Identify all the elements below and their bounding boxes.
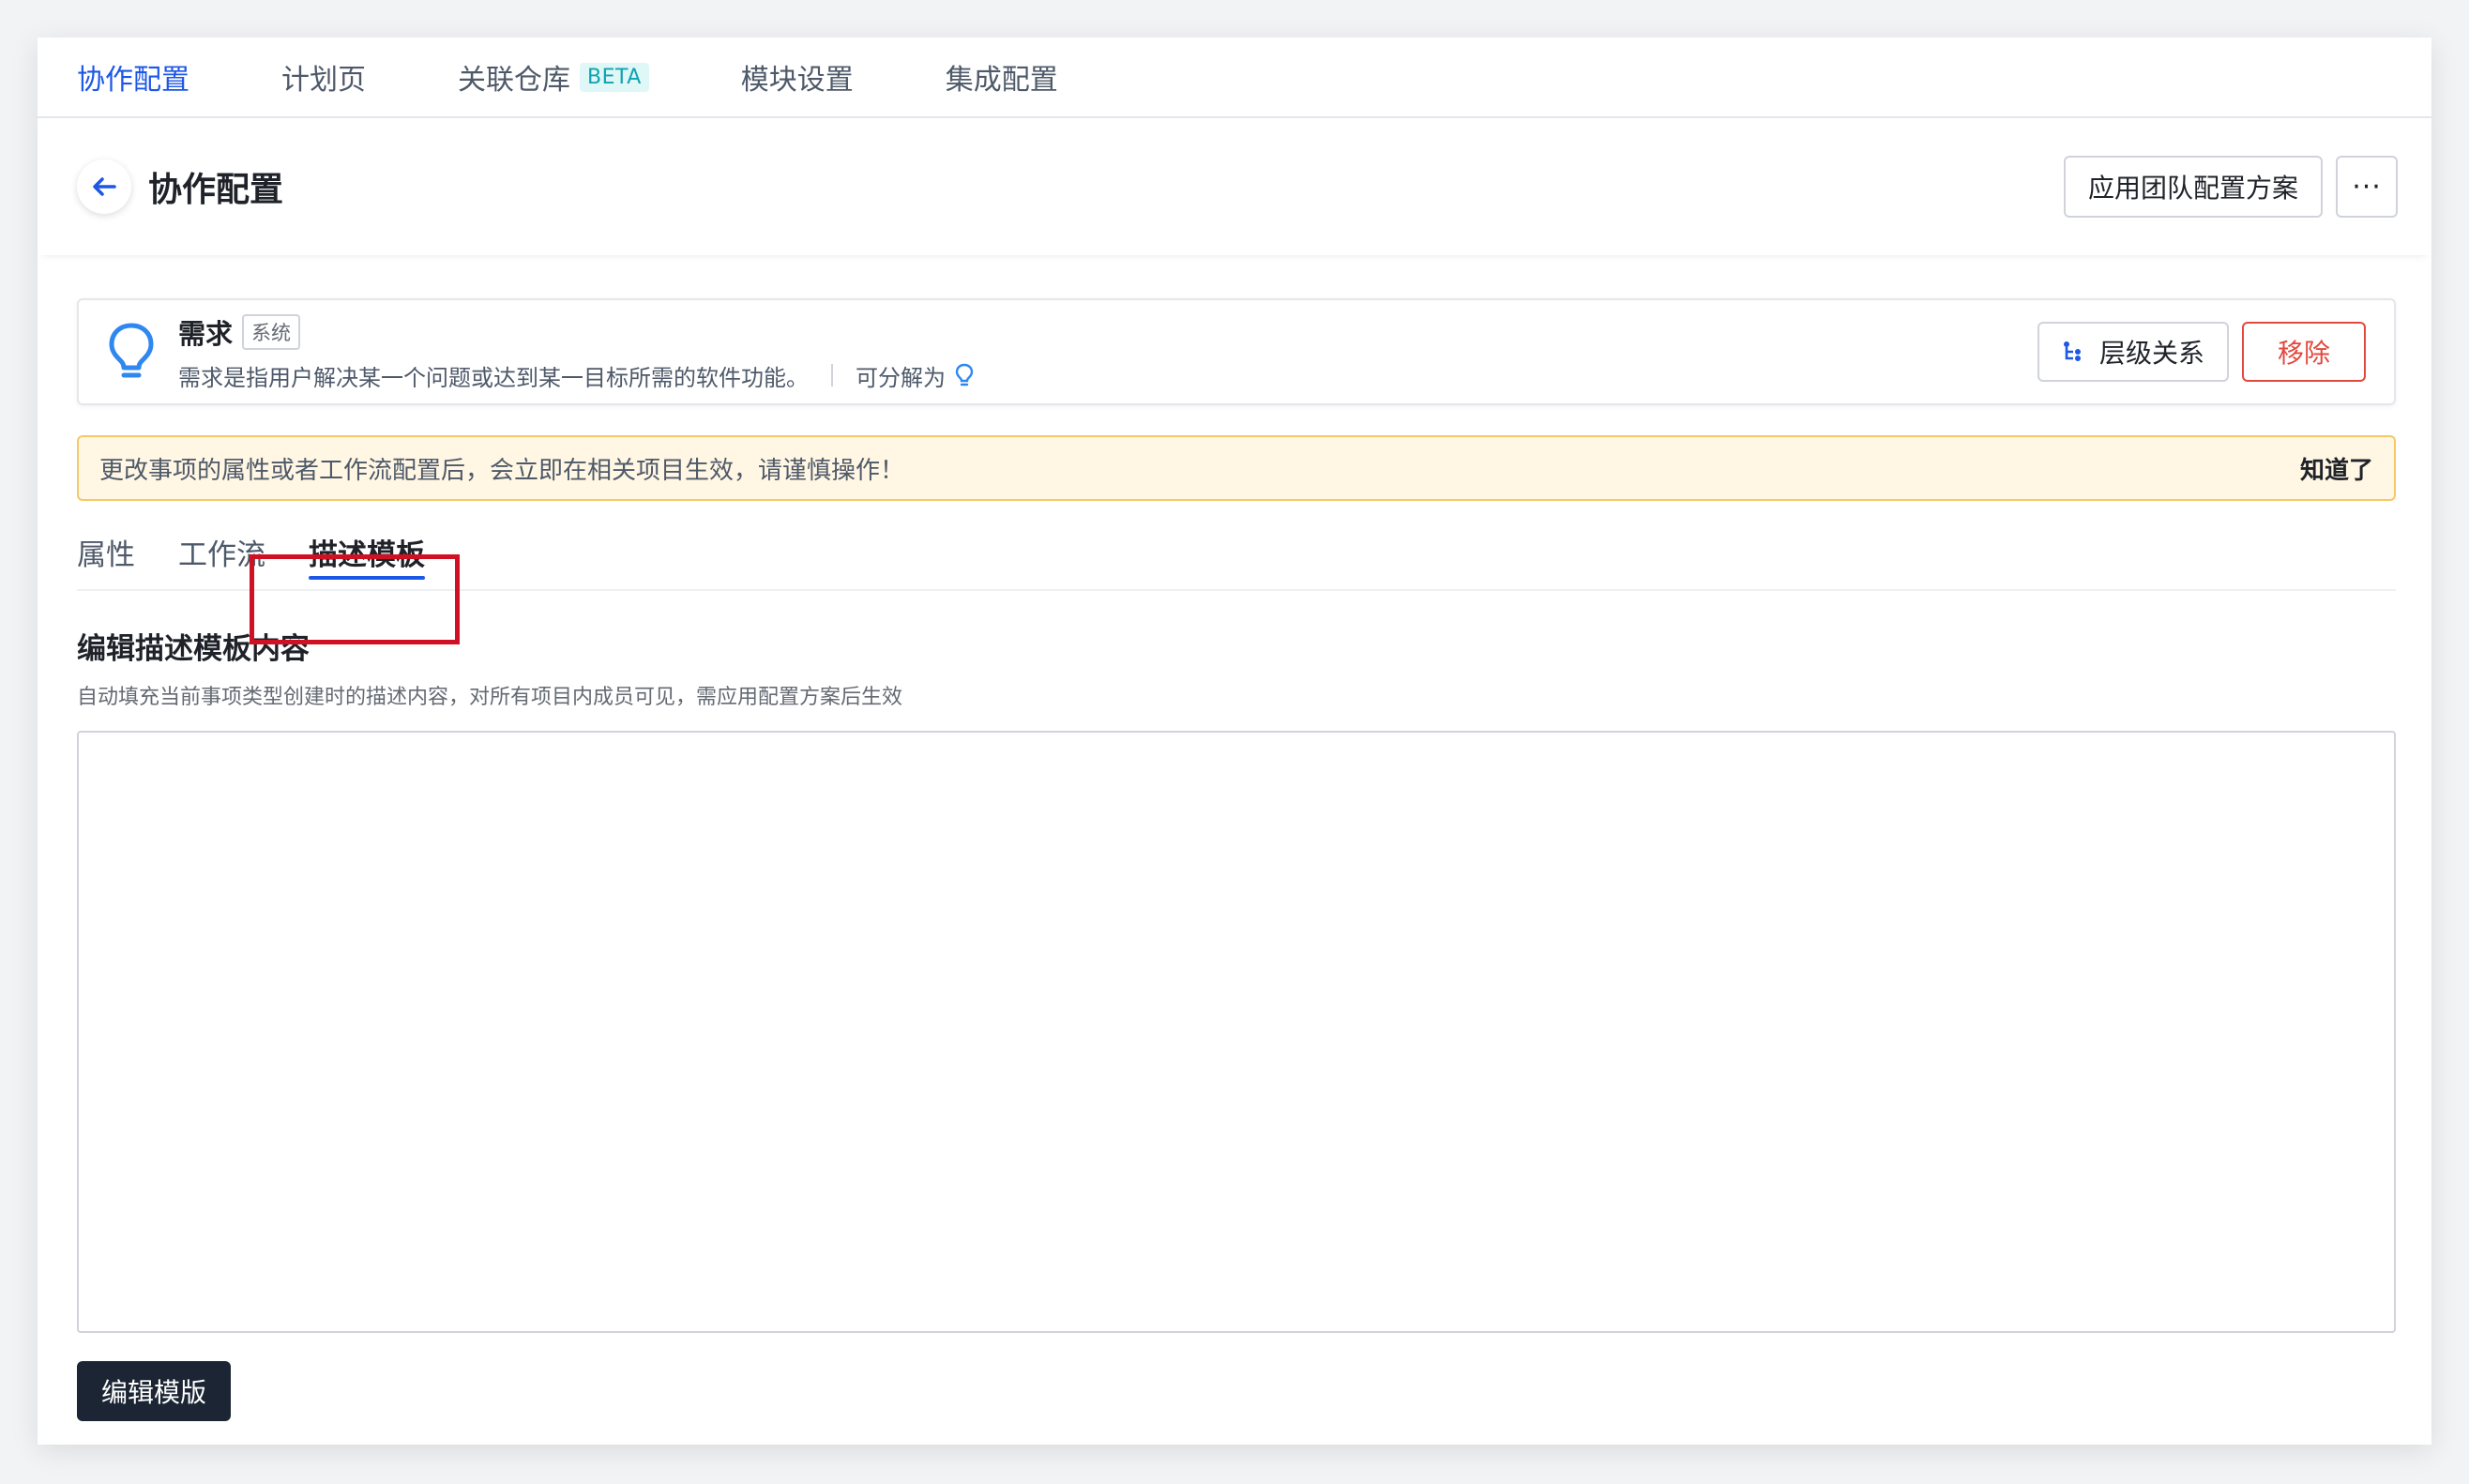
nav-item-label: 集成配置 <box>945 64 1058 97</box>
divider <box>831 364 833 386</box>
decompose-label: 可分解为 <box>856 364 946 391</box>
system-badge: 系统 <box>242 313 301 350</box>
issue-type-description: 需求是指用户解决某一个问题或达到某一目标所需的软件功能。 <box>178 364 809 391</box>
decompose-into: 可分解为 <box>856 359 974 392</box>
more-button[interactable]: ··· <box>2336 156 2398 218</box>
tab-description-template[interactable]: 描述模板 <box>309 523 425 591</box>
edit-template-button[interactable]: 编辑模版 <box>77 1361 231 1421</box>
top-nav: 协作配置 计划页 关联仓库 BETA 模块设置 集成配置 <box>38 38 2431 118</box>
apply-team-config-button[interactable]: 应用团队配置方案 <box>2063 156 2323 218</box>
nav-item-collab-config[interactable]: 协作配置 <box>77 56 189 98</box>
section-subtitle: 自动填充当前事项类型创建时的描述内容，对所有项目内成员可见，需应用配置方案后生效 <box>77 686 903 709</box>
template-content-area[interactable] <box>77 731 2396 1333</box>
active-tab-indicator <box>309 576 425 580</box>
nav-item-label: 计划页 <box>281 64 366 97</box>
alert-dismiss-button[interactable]: 知道了 <box>2300 451 2373 486</box>
nav-item-linked-repo[interactable]: 关联仓库 BETA <box>458 56 649 98</box>
beta-badge: BETA <box>580 62 649 92</box>
back-button[interactable] <box>77 159 131 214</box>
issue-type-desc-row: 需求是指用户解决某一个问题或达到某一目标所需的软件功能。 可分解为 <box>178 359 974 392</box>
lightbulb-icon <box>109 323 154 378</box>
page-title: 协作配置 <box>148 171 284 209</box>
tab-label: 工作流 <box>178 538 265 572</box>
remove-button[interactable]: 移除 <box>2241 322 2366 382</box>
lightbulb-small-icon[interactable] <box>955 363 974 387</box>
section-title: 编辑描述模板内容 <box>77 632 310 666</box>
nav-item-label: 模块设置 <box>740 64 854 97</box>
tab-workflow[interactable]: 工作流 <box>178 523 265 591</box>
warning-alert: 更改事项的属性或者工作流配置后，会立即在相关项目生效，请谨慎操作！ 知道了 <box>77 435 2396 501</box>
tab-properties[interactable]: 属性 <box>77 523 135 591</box>
page-header: 协作配置 应用团队配置方案 ··· <box>38 118 2431 255</box>
more-icon: ··· <box>2352 170 2382 204</box>
app-window: 协作配置 计划页 关联仓库 BETA 模块设置 集成配置 协作配置 应用团队配置… <box>38 38 2431 1445</box>
nav-item-plan-page[interactable]: 计划页 <box>281 56 366 98</box>
issue-type-name-row: 需求 系统 <box>178 312 974 352</box>
issue-type-name: 需求 <box>178 317 234 350</box>
alert-message: 更改事项的属性或者工作流配置后，会立即在相关项目生效，请谨慎操作！ <box>99 456 905 485</box>
nav-item-label: 协作配置 <box>77 64 189 97</box>
issue-type-card: 需求 系统 需求是指用户解决某一个问题或达到某一目标所需的软件功能。 可分解为 <box>77 298 2396 405</box>
nav-item-module-settings[interactable]: 模块设置 <box>741 56 854 98</box>
arrow-left-icon <box>93 177 116 196</box>
tab-label: 属性 <box>77 538 135 572</box>
tab-bar: 属性 工作流 描述模板 <box>77 523 2396 591</box>
issue-type-info: 需求 系统 需求是指用户解决某一个问题或达到某一目标所需的软件功能。 可分解为 <box>178 312 974 392</box>
nav-item-label: 关联仓库 <box>458 64 570 97</box>
hierarchy-button[interactable]: 层级关系 <box>2037 322 2229 382</box>
nav-item-integration-config[interactable]: 集成配置 <box>946 56 1058 98</box>
header-actions: 应用团队配置方案 ··· <box>2063 156 2398 218</box>
hierarchy-label: 层级关系 <box>2098 338 2204 369</box>
card-actions: 层级关系 移除 <box>2037 322 2366 382</box>
hierarchy-icon <box>2063 341 2081 361</box>
main-content: 需求 系统 需求是指用户解决某一个问题或达到某一目标所需的软件功能。 可分解为 <box>38 255 2431 1421</box>
tab-label: 描述模板 <box>309 538 425 572</box>
